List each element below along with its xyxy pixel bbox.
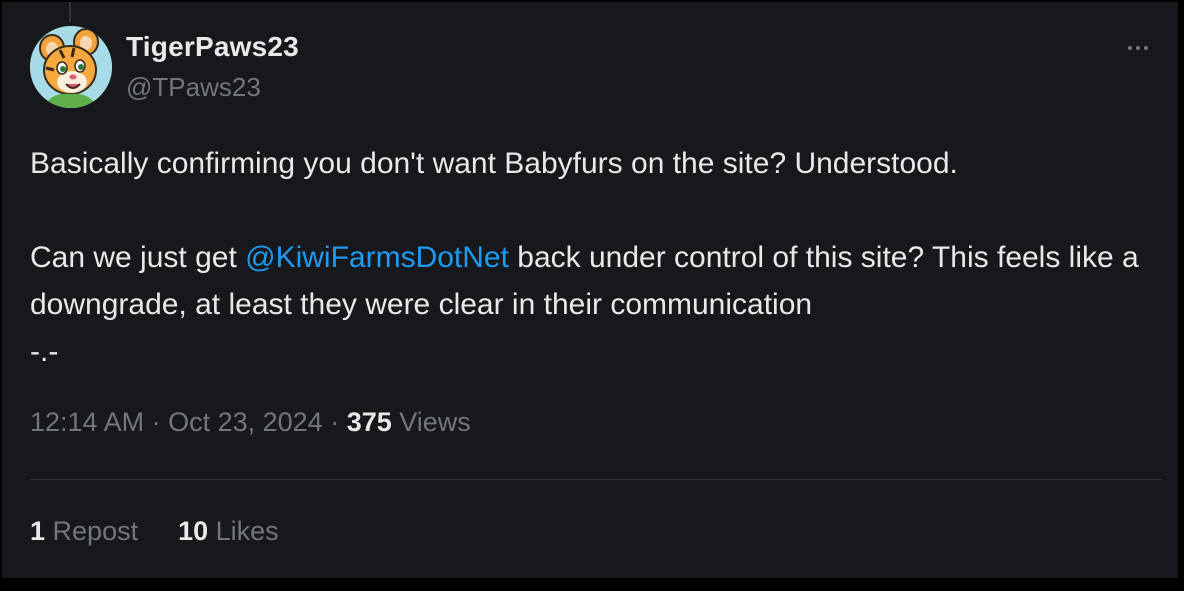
tweet-text-line: Basically confirming you don't want Baby… — [30, 147, 958, 180]
meta-separator: · — [322, 407, 347, 437]
engagement-stats: 1 Repost 10 Likes — [30, 516, 279, 547]
reposts-label: Repost — [45, 516, 139, 546]
tweet-date[interactable]: Oct 23, 2024 — [168, 407, 323, 437]
mention-link[interactable]: @KiwiFarmsDotNet — [245, 241, 509, 274]
tweet-text-segment: Can we just get — [30, 241, 246, 274]
likes-count: 10 — [178, 516, 209, 546]
avatar[interactable] — [30, 26, 112, 108]
more-options-button[interactable] — [1120, 36, 1156, 60]
likes-stat[interactable]: 10 Likes — [178, 516, 279, 547]
tweet-text-line: -.- — [30, 335, 59, 368]
views-count: 375 — [346, 407, 392, 437]
more-dots-icon — [1128, 46, 1148, 50]
divider — [30, 479, 1162, 480]
tweet-metadata: 12:14 AM · Oct 23, 2024 · 375 Views — [30, 407, 471, 438]
meta-separator: · — [144, 407, 169, 437]
likes-label: Likes — [208, 516, 279, 546]
tiger-avatar-image — [30, 26, 112, 108]
tweet-text: Basically confirming you don't want Baby… — [30, 140, 1160, 375]
tweet-text-paragraph: Can we just get @KiwiFarmsDotNet back un… — [30, 234, 1160, 328]
views-label: Views — [391, 407, 471, 437]
display-name[interactable]: TigerPaws23 — [126, 31, 299, 63]
tweet: TigerPaws23 @TPaws23 Basically confirmin… — [2, 2, 1178, 578]
user-handle[interactable]: @TPaws23 — [126, 72, 261, 103]
tweet-card: TigerPaws23 @TPaws23 Basically confirmin… — [2, 2, 1180, 578]
tweet-time[interactable]: 12:14 AM — [30, 407, 144, 437]
reposts-count: 1 — [30, 516, 46, 546]
reposts-stat[interactable]: 1 Repost — [30, 516, 138, 547]
